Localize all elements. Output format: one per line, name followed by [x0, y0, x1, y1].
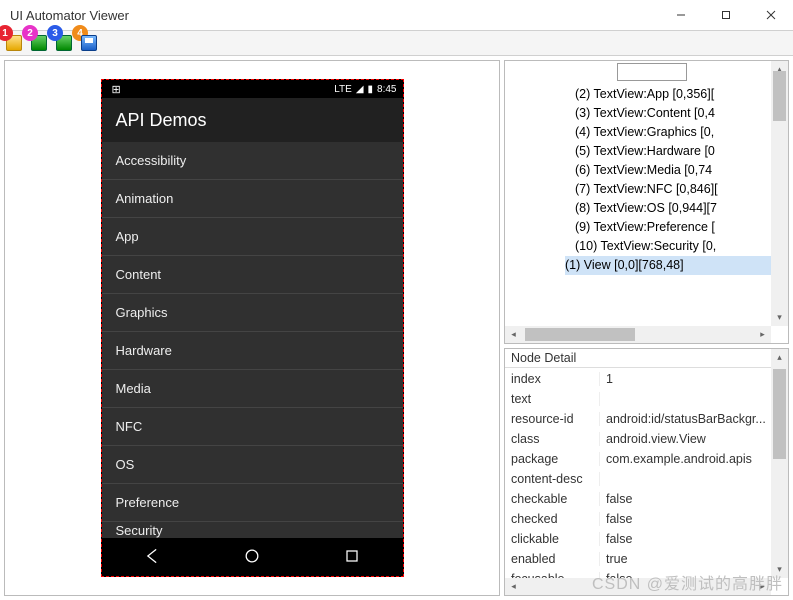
app-title: API Demos	[102, 98, 403, 142]
detail-row: clickablefalse	[505, 529, 771, 549]
screenshot-pane: ⊞ LTE ◢ ▮ 8:45 API Demos Accessibility A…	[4, 60, 500, 596]
scroll-down-icon[interactable]: ▾	[771, 309, 788, 326]
detail-row: packagecom.example.android.apis	[505, 449, 771, 469]
list-item[interactable]: Accessibility	[102, 142, 403, 180]
inspector-panels: (2) TextView:App [0,356][ (3) TextView:C…	[504, 60, 789, 596]
tree-node[interactable]: (4) TextView:Graphics [0,	[575, 123, 771, 142]
tree-node-selected[interactable]: (1) View [0,0][768,48]	[565, 256, 771, 275]
scroll-thumb[interactable]	[525, 328, 635, 341]
demo-list: Accessibility Animation App Content Grap…	[102, 142, 403, 540]
detail-row: enabledtrue	[505, 549, 771, 569]
clock: 8:45	[377, 84, 396, 95]
node-detail-pane: Node Detail index1 text resource-idandro…	[504, 348, 789, 596]
titlebar: UI Automator Viewer	[0, 0, 793, 30]
recent-icon[interactable]	[342, 546, 362, 569]
status-bar: ⊞ LTE ◢ ▮ 8:45	[102, 80, 403, 98]
window-title: UI Automator Viewer	[10, 8, 658, 23]
device-screenshot[interactable]: ⊞ LTE ◢ ▮ 8:45 API Demos Accessibility A…	[101, 79, 404, 577]
minimize-button[interactable]	[658, 0, 703, 30]
list-item[interactable]: Animation	[102, 180, 403, 218]
detail-row: checkablefalse	[505, 489, 771, 509]
list-item[interactable]: Preference	[102, 484, 403, 522]
list-item[interactable]: OS	[102, 446, 403, 484]
apps-icon: ⊞	[112, 83, 121, 96]
scroll-left-icon[interactable]: ◂	[505, 578, 522, 595]
detail-row: resource-idandroid:id/statusBarBackgr...	[505, 409, 771, 429]
back-icon[interactable]	[142, 546, 162, 569]
maximize-button[interactable]	[703, 0, 748, 30]
scroll-down-icon[interactable]: ▾	[771, 561, 788, 578]
detail-hscrollbar[interactable]: ◂▸	[505, 578, 771, 595]
list-item[interactable]: Content	[102, 256, 403, 294]
tree-node[interactable]: (9) TextView:Preference [	[575, 218, 771, 237]
detail-row: text	[505, 389, 771, 409]
tree-header-box	[617, 63, 687, 81]
hierarchy-tree-pane: (2) TextView:App [0,356][ (3) TextView:C…	[504, 60, 789, 344]
tree-node[interactable]: (6) TextView:Media [0,74	[575, 161, 771, 180]
battery-icon: ▮	[368, 84, 374, 95]
tree-node[interactable]: (2) TextView:App [0,356][	[575, 85, 771, 104]
android-navbar	[102, 538, 403, 576]
scroll-right-icon[interactable]: ▸	[754, 578, 771, 595]
list-item[interactable]: App	[102, 218, 403, 256]
list-item[interactable]: Graphics	[102, 294, 403, 332]
scroll-left-icon[interactable]: ◂	[505, 326, 522, 343]
scroll-right-icon[interactable]: ▸	[754, 326, 771, 343]
scroll-thumb[interactable]	[773, 369, 786, 459]
detail-row: checkedfalse	[505, 509, 771, 529]
tree-node[interactable]: (5) TextView:Hardware [0	[575, 142, 771, 161]
tree-hscrollbar[interactable]: ◂▸	[505, 326, 771, 343]
scroll-up-icon[interactable]: ▴	[771, 349, 788, 366]
detail-vscrollbar[interactable]: ▴▾	[771, 349, 788, 578]
tree-node[interactable]: (7) TextView:NFC [0,846][	[575, 180, 771, 199]
save-button[interactable]: 4	[77, 32, 101, 54]
detail-table: index1 text resource-idandroid:id/status…	[505, 369, 771, 578]
tree-node[interactable]: (10) TextView:Security [0,	[575, 237, 771, 256]
window-controls	[658, 0, 793, 30]
signal-icon: ◢	[356, 84, 364, 95]
home-icon[interactable]	[242, 546, 262, 569]
close-button[interactable]	[748, 0, 793, 30]
list-item[interactable]: Hardware	[102, 332, 403, 370]
tree-vscrollbar[interactable]: ▴▾	[771, 61, 788, 326]
tree-content[interactable]: (2) TextView:App [0,356][ (3) TextView:C…	[505, 85, 771, 326]
detail-row: content-desc	[505, 469, 771, 489]
tree-node[interactable]: (8) TextView:OS [0,944][7	[575, 199, 771, 218]
detail-title: Node Detail	[505, 349, 788, 368]
list-item[interactable]: NFC	[102, 408, 403, 446]
detail-row: focusablefalse	[505, 569, 771, 578]
main-area: ⊞ LTE ◢ ▮ 8:45 API Demos Accessibility A…	[0, 56, 793, 600]
toolbar: 1 2 3 4	[0, 30, 793, 56]
save-icon	[81, 35, 97, 51]
list-item[interactable]: Media	[102, 370, 403, 408]
lte-indicator: LTE	[334, 84, 352, 95]
detail-row: classandroid.view.View	[505, 429, 771, 449]
detail-row: index1	[505, 369, 771, 389]
scroll-thumb[interactable]	[773, 71, 786, 121]
tree-node[interactable]: (3) TextView:Content [0,4	[575, 104, 771, 123]
